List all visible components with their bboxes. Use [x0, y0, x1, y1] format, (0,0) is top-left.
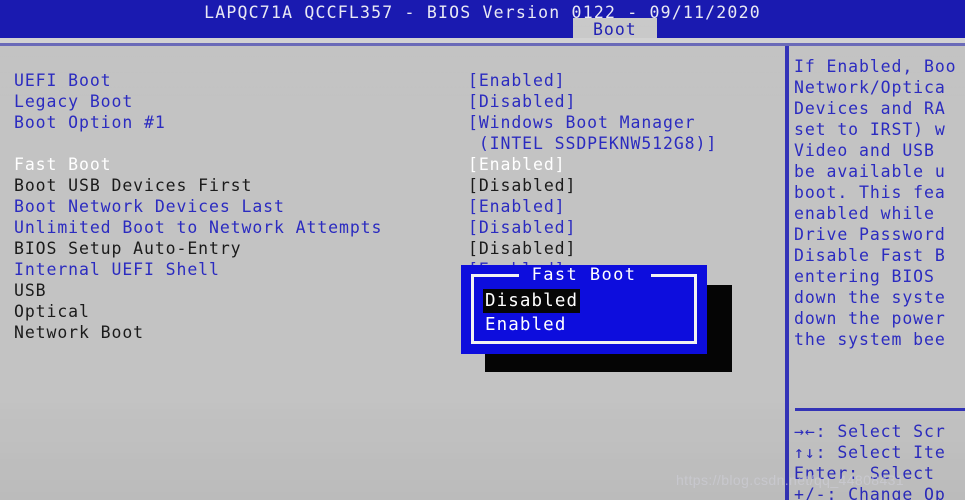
help-text-line: Devices and RA: [794, 99, 946, 118]
help-text-line: entering BIOS: [794, 267, 935, 286]
dialog-title: Fast Boot: [531, 265, 637, 285]
setting-row[interactable]: Internal UEFI Shell: [14, 259, 220, 280]
legend-line: Enter: Select: [794, 464, 935, 483]
help-text-line: If Enabled, Boo: [794, 57, 957, 76]
setting-value[interactable]: [Enabled]: [468, 70, 566, 91]
bios-setup-screen: LAPQC71A QCCFL357 - BIOS Version 0122 - …: [0, 0, 965, 500]
setting-row[interactable]: Boot Option #1: [14, 112, 166, 133]
help-text-line: down the power: [794, 309, 946, 328]
help-text-line: Disable Fast B: [794, 246, 946, 265]
help-panel-divider: [785, 46, 789, 500]
setting-row[interactable]: Network Boot: [14, 322, 144, 343]
setting-row[interactable]: USB: [14, 280, 47, 301]
setting-row[interactable]: Optical: [14, 301, 90, 322]
setting-value[interactable]: [Disabled]: [468, 217, 576, 238]
legend-line: +/-: Change Op: [794, 485, 946, 500]
setting-value[interactable]: [Windows Boot Manager: [468, 112, 696, 133]
help-text-line: Video and USB: [794, 141, 935, 160]
setting-row[interactable]: Legacy Boot: [14, 91, 133, 112]
help-text-line: enabled while: [794, 204, 935, 223]
setting-value[interactable]: [Enabled]: [468, 196, 566, 217]
help-text-line: set to IRST) w: [794, 120, 946, 139]
dialog-option-list: Disabled Enabled: [483, 289, 581, 337]
help-text-line: the system bee: [794, 330, 946, 349]
dialog-option[interactable]: Disabled: [483, 289, 581, 313]
setting-row[interactable]: Unlimited Boot to Network Attempts: [14, 217, 382, 238]
legend-line: ↑↓: Select Ite: [794, 443, 946, 462]
setting-value[interactable]: [Enabled]: [468, 154, 566, 175]
legend-line: →←: Select Scr: [794, 422, 946, 441]
setting-row[interactable]: Fast Boot: [14, 154, 112, 175]
setting-row[interactable]: Boot USB Devices First: [14, 175, 252, 196]
fast-boot-dialog[interactable]: Fast Boot Disabled Enabled: [461, 265, 707, 354]
setting-value[interactable]: [Disabled]: [468, 175, 576, 196]
setting-row[interactable]: Boot Network Devices Last: [14, 196, 285, 217]
dialog-option[interactable]: Enabled: [483, 313, 580, 337]
help-text-line: Drive Password: [794, 225, 946, 244]
help-text-line: be available u: [794, 162, 946, 181]
setting-value[interactable]: [Disabled]: [468, 91, 576, 112]
legend-divider: [795, 408, 965, 411]
setting-value[interactable]: [Disabled]: [468, 238, 576, 259]
help-text-line: down the syste: [794, 288, 946, 307]
setting-row[interactable]: BIOS Setup Auto-Entry: [14, 238, 242, 259]
key-legend-panel: →←: Select Scr ↑↓: Select Ite Enter: Selec…: [791, 414, 965, 500]
setting-row[interactable]: UEFI Boot: [14, 70, 112, 91]
help-text-line: Network/Optica: [794, 78, 946, 97]
bios-version-title: LAPQC71A QCCFL357 - BIOS Version 0122 - …: [204, 3, 761, 22]
help-text-line: boot. This fea: [794, 183, 946, 202]
setting-value[interactable]: (INTEL SSDPEKNW512G8)]: [468, 133, 717, 154]
